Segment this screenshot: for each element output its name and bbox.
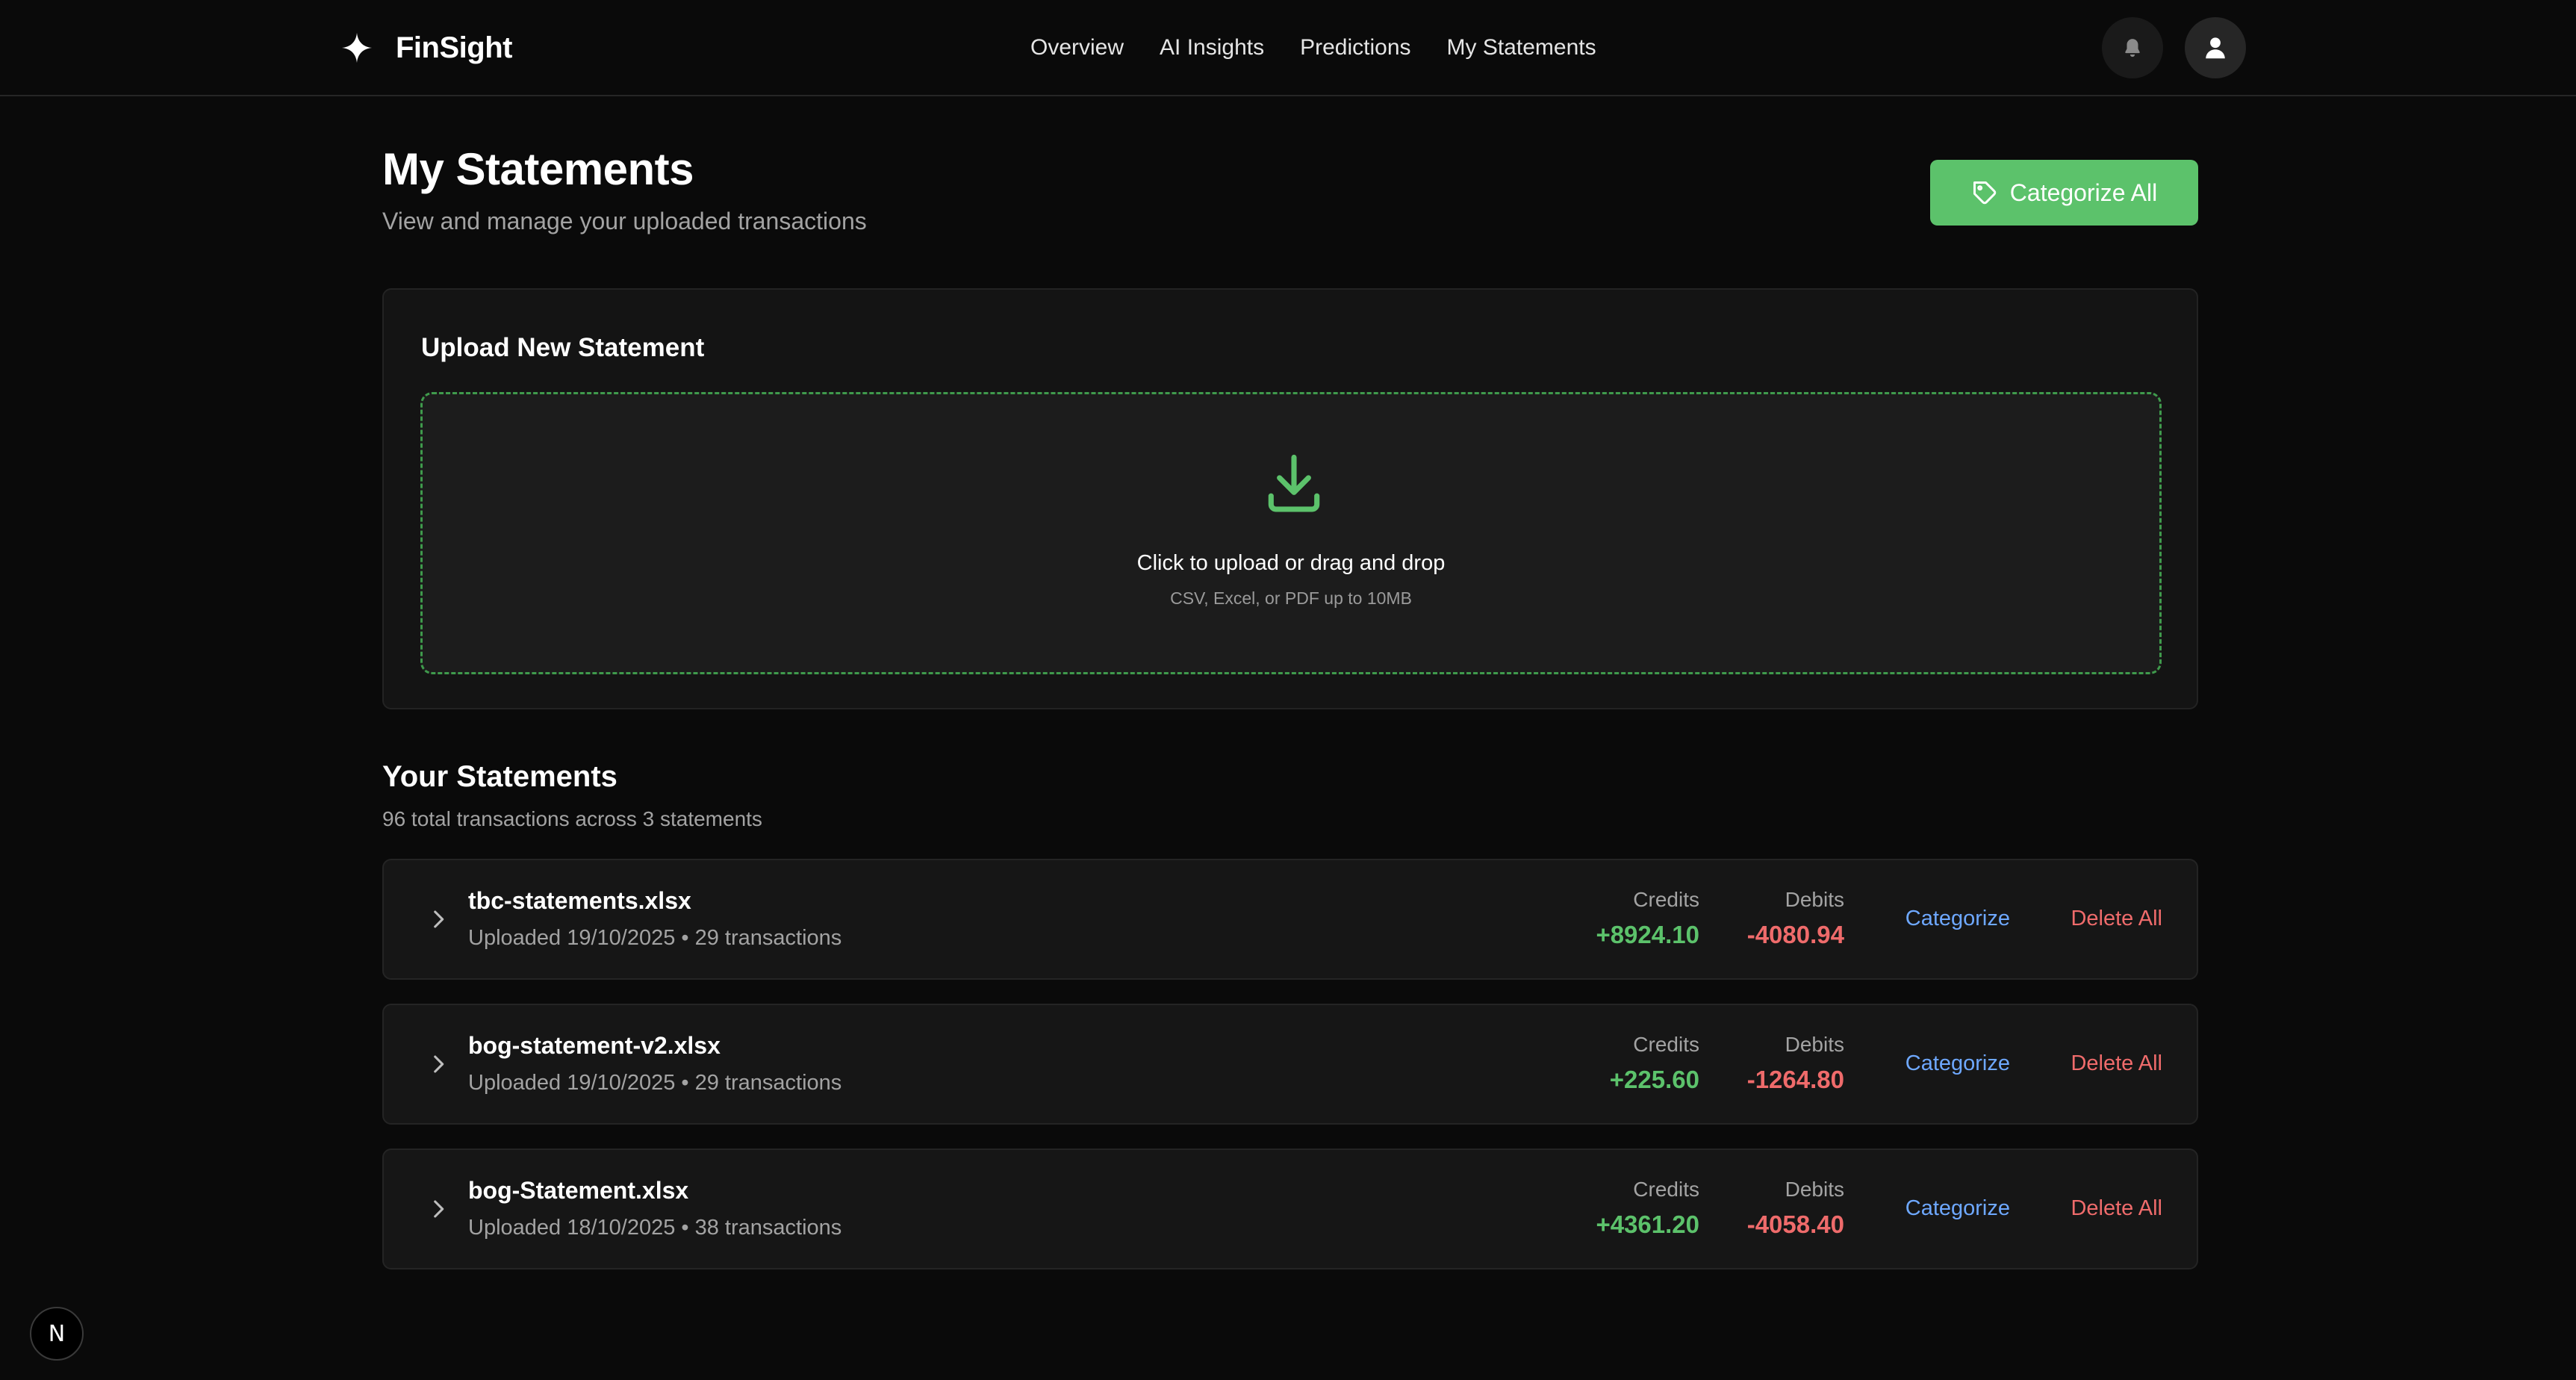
nav-my-statements[interactable]: My Statements [1447, 35, 1596, 60]
upload-dropzone[interactable]: Click to upload or drag and drop CSV, Ex… [420, 392, 2162, 674]
page-subtitle: View and manage your uploaded transactio… [382, 208, 867, 234]
brand-name: FinSight [396, 31, 512, 64]
statements-title: Your Statements [382, 760, 617, 793]
credits-label: Credits [1633, 1033, 1699, 1056]
statement-row[interactable]: bog-statement-v2.xlsx Uploaded 19/10/202… [382, 1004, 2198, 1125]
upload-instruction: Click to upload or drag and drop [1136, 551, 1446, 575]
statements-summary: 96 total transactions across 3 statement… [382, 807, 762, 830]
credits-label: Credits [1633, 888, 1699, 911]
main-nav: Overview AI Insights Predictions My Stat… [1030, 30, 1596, 66]
debits-value: -1264.80 [1746, 1066, 1844, 1093]
debits-label: Debits [1785, 1178, 1844, 1201]
categorize-all-button[interactable]: Categorize All [1930, 160, 2198, 226]
chevron-right-icon[interactable] [426, 1196, 451, 1222]
credits-column: Credits +225.60 [1610, 1032, 1699, 1098]
nextjs-dev-badge[interactable]: N [30, 1307, 84, 1361]
brand[interactable]: FinSight [340, 27, 512, 69]
upload-file-hint: CSV, Excel, or PDF up to 10MB [1170, 588, 1412, 608]
tag-icon [1973, 181, 1997, 205]
delete-all-button[interactable]: Delete All [2071, 907, 2162, 931]
debits-column: Debits -4080.94 [1747, 887, 1844, 953]
chevron-right-icon[interactable] [426, 907, 451, 932]
credits-value: +225.60 [1609, 1066, 1699, 1093]
statement-filename: tbc-statements.xlsx [468, 887, 691, 914]
statement-meta: Uploaded 19/10/2025 • 29 transactions [468, 926, 842, 950]
download-icon [1268, 454, 1320, 512]
credits-column: Credits +8924.10 [1596, 887, 1699, 953]
credits-value: +8924.10 [1596, 921, 1699, 948]
statement-filename: bog-statement-v2.xlsx [468, 1032, 721, 1059]
debits-label: Debits [1785, 888, 1844, 911]
sparkle-icon [341, 32, 373, 63]
statement-meta: Uploaded 18/10/2025 • 38 transactions [468, 1216, 842, 1240]
delete-all-button[interactable]: Delete All [2071, 1196, 2162, 1221]
credits-label: Credits [1633, 1178, 1699, 1201]
bell-icon [2125, 39, 2140, 58]
top-navbar: FinSight Overview AI Insights Prediction… [0, 0, 2576, 96]
upload-card: Upload New Statement Click to upload or … [382, 288, 2198, 709]
categorize-button[interactable]: Categorize [1905, 1196, 2010, 1221]
categorize-button[interactable]: Categorize [1905, 907, 2010, 931]
page-title: My Statements [382, 144, 694, 194]
categorize-all-label: Categorize All [2009, 178, 2158, 206]
notifications-button[interactable] [2102, 17, 2163, 78]
statement-meta: Uploaded 19/10/2025 • 29 transactions [468, 1071, 842, 1095]
nav-ai-insights[interactable]: AI Insights [1160, 35, 1264, 60]
credits-column: Credits +4361.20 [1596, 1177, 1699, 1243]
delete-all-button[interactable]: Delete All [2071, 1051, 2162, 1076]
user-icon [2206, 37, 2225, 59]
debits-column: Debits -4058.40 [1747, 1177, 1844, 1243]
statement-filename: bog-Statement.xlsx [468, 1177, 689, 1204]
user-avatar-button[interactable] [2185, 17, 2246, 78]
nav-overview[interactable]: Overview [1030, 35, 1124, 60]
credits-value: +4361.20 [1596, 1210, 1699, 1238]
statement-row[interactable]: bog-Statement.xlsx Uploaded 18/10/2025 •… [382, 1149, 2198, 1269]
nav-predictions[interactable]: Predictions [1300, 35, 1410, 60]
categorize-button[interactable]: Categorize [1905, 1051, 2010, 1076]
badge-letter: N [48, 1320, 66, 1347]
debits-column: Debits -1264.80 [1747, 1032, 1844, 1098]
debits-label: Debits [1785, 1033, 1844, 1056]
debits-value: -4080.94 [1746, 921, 1844, 948]
upload-card-title: Upload New Statement [421, 333, 705, 362]
statement-row[interactable]: tbc-statements.xlsx Uploaded 19/10/2025 … [382, 859, 2198, 980]
chevron-right-icon[interactable] [426, 1051, 451, 1077]
debits-value: -4058.40 [1746, 1210, 1844, 1238]
